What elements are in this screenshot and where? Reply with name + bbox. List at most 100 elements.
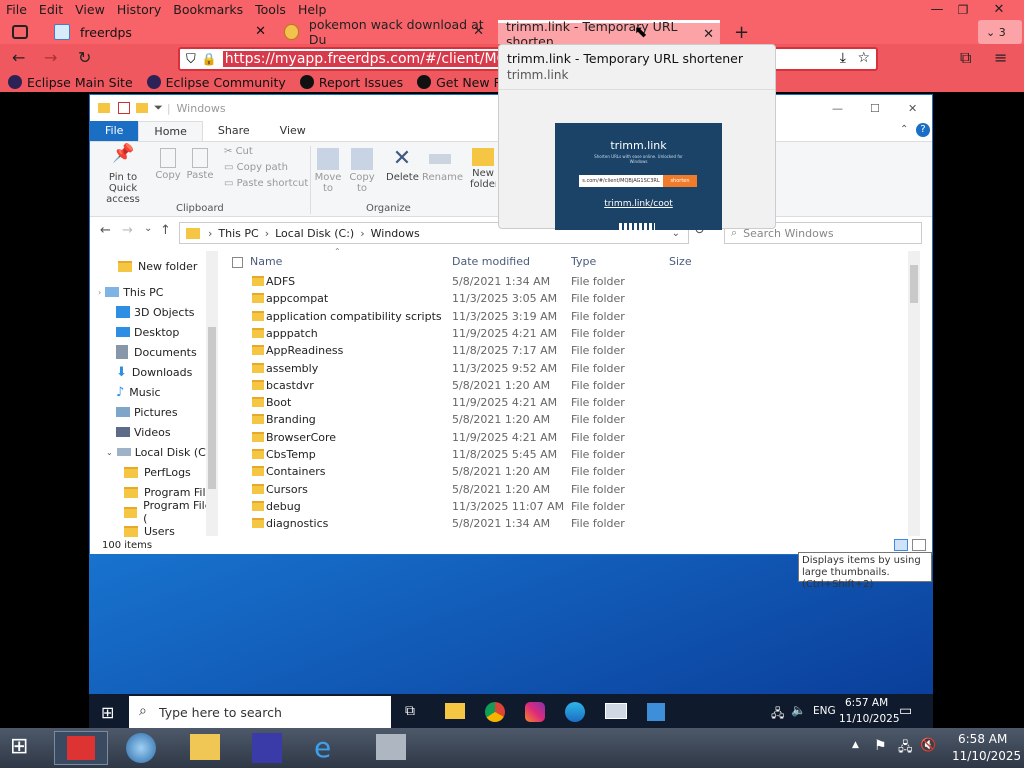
- column-header-date[interactable]: Date modified: [452, 255, 530, 268]
- language-indicator[interactable]: ENG: [813, 705, 836, 717]
- tab-overview-icon[interactable]: [4, 20, 34, 44]
- globe-icon[interactable]: [126, 733, 156, 763]
- edge-icon[interactable]: [565, 702, 585, 722]
- nav-item-new-folder[interactable]: New folder: [118, 257, 197, 275]
- close-tab-icon[interactable]: ✕: [703, 27, 714, 42]
- menu-bookmarks[interactable]: Bookmarks: [167, 0, 249, 20]
- menu-file[interactable]: File: [0, 0, 33, 20]
- chrome-icon[interactable]: [485, 702, 505, 722]
- tray-expand-icon[interactable]: ▲: [852, 740, 859, 750]
- clock-time[interactable]: 6:57 AM: [845, 697, 888, 709]
- list-scrollbar[interactable]: [908, 251, 920, 536]
- nav-item-this-pc[interactable]: › This PC: [98, 283, 164, 301]
- ribbon-tab-home[interactable]: Home: [138, 121, 203, 141]
- ribbon-tab-file[interactable]: File: [90, 121, 139, 141]
- muted-volume-icon[interactable]: 🔇: [920, 738, 936, 753]
- pin-quick-access-button[interactable]: 📌 Pin to Quick access: [94, 145, 152, 206]
- copy-button[interactable]: Copy: [154, 148, 182, 181]
- calendar-icon[interactable]: [252, 733, 282, 763]
- paste-shortcut-button[interactable]: ▭ Paste shortcut: [224, 178, 308, 189]
- close-icon[interactable]: ✕: [908, 102, 917, 115]
- remote-desktop-icon[interactable]: [605, 703, 627, 719]
- table-row[interactable]: Boot 11/9/2025 4:21 AM File folder: [230, 394, 920, 411]
- large-icons-view-icon[interactable]: [912, 539, 926, 551]
- table-row[interactable]: BrowserCore 11/9/2025 4:21 AM File folder: [230, 429, 920, 446]
- forward-arrow-icon[interactable]: →: [122, 223, 133, 238]
- table-row[interactable]: Containers 5/8/2021 1:20 AM File folder: [230, 463, 920, 480]
- task-view-icon[interactable]: ⧉: [405, 703, 415, 719]
- menu-tools[interactable]: Tools: [249, 0, 292, 20]
- select-all-checkbox[interactable]: [232, 257, 243, 268]
- star-icon[interactable]: ☆: [857, 50, 870, 66]
- bookmark-eclipse-main[interactable]: Eclipse Main Site: [8, 75, 133, 90]
- clock-date[interactable]: 11/10/2025: [839, 713, 900, 725]
- volume-icon[interactable]: 🔈: [791, 703, 806, 717]
- maximize-icon[interactable]: ☐: [870, 102, 880, 115]
- rename-button[interactable]: Rename: [422, 148, 463, 183]
- quick-access-dropdown-icon[interactable]: ⏷: [154, 101, 163, 115]
- column-header-size[interactable]: Size: [669, 255, 692, 268]
- extensions-icon[interactable]: ⧉: [960, 48, 971, 68]
- close-tab-icon[interactable]: ✕: [255, 24, 266, 39]
- breadcrumb-this-pc[interactable]: This PC: [218, 227, 258, 240]
- flag-icon[interactable]: ⚑: [874, 738, 887, 754]
- url-text[interactable]: https://myapp.freerdps.com/#/client/MQBj…: [222, 51, 533, 67]
- notifications-icon[interactable]: ▭: [899, 703, 912, 719]
- nav-item-downloads[interactable]: ⬇ Downloads: [116, 363, 192, 381]
- delete-button[interactable]: ✕ Delete: [386, 148, 419, 184]
- menu-history[interactable]: History: [111, 0, 167, 20]
- tab-freerdps[interactable]: freerdps ✕: [46, 20, 272, 44]
- column-header-name[interactable]: Name: [250, 255, 282, 268]
- close-window-icon[interactable]: ✕: [982, 0, 1016, 20]
- nav-item-local-disk[interactable]: ⌄ Local Disk (C:): [106, 443, 214, 461]
- table-row[interactable]: apppatch 11/9/2025 4:21 AM File folder: [230, 325, 920, 342]
- reload-icon[interactable]: ↻: [78, 48, 91, 67]
- minimize-icon[interactable]: —: [832, 102, 843, 115]
- new-folder-button[interactable]: New folder: [470, 148, 496, 190]
- file-explorer-taskbar-icon[interactable]: [445, 703, 465, 719]
- properties-icon[interactable]: [118, 102, 130, 114]
- table-row[interactable]: AppReadiness 11/8/2025 7:17 AM File folder: [230, 342, 920, 359]
- nav-item-perflogs[interactable]: PerfLogs: [124, 463, 191, 481]
- tab-list-button[interactable]: ⌄ 3: [978, 20, 1022, 44]
- chevron-up-icon[interactable]: ⌃: [900, 124, 908, 135]
- nav-item-users[interactable]: Users: [124, 522, 175, 540]
- hamburger-menu-icon[interactable]: ≡: [994, 48, 1007, 67]
- menu-edit[interactable]: Edit: [33, 0, 69, 20]
- column-header-type[interactable]: Type: [571, 255, 596, 268]
- tab-trimm-link[interactable]: trimm.link - Temporary URL shorten ✕: [498, 19, 720, 49]
- forward-arrow-icon[interactable]: →: [44, 48, 57, 67]
- table-row[interactable]: assembly 11/3/2025 9:52 AM File folder: [230, 360, 920, 377]
- nav-scrollbar[interactable]: [206, 251, 218, 536]
- menu-view[interactable]: View: [69, 0, 111, 20]
- nav-item-documents[interactable]: Documents: [116, 343, 197, 361]
- reader-icon[interactable]: ⤓: [840, 50, 846, 66]
- recent-dropdown-icon[interactable]: ⌄: [144, 223, 152, 234]
- nav-item-pictures[interactable]: Pictures: [116, 403, 178, 421]
- table-row[interactable]: appcompat 11/3/2025 3:05 AM File folder: [230, 290, 920, 307]
- nav-item-3d-objects[interactable]: 3D Objects: [116, 303, 195, 321]
- ribbon-tab-share[interactable]: Share: [203, 121, 265, 141]
- nav-item-music[interactable]: ♪ Music: [116, 383, 161, 401]
- internet-explorer-icon[interactable]: e: [314, 734, 331, 762]
- close-tab-icon[interactable]: ✕: [473, 24, 484, 39]
- taskbar-search[interactable]: ⌕ Type here to search: [129, 696, 391, 728]
- host-clock-date[interactable]: 11/10/2025: [952, 749, 1021, 763]
- list-scrollbar-thumb[interactable]: [910, 265, 918, 303]
- paste-button[interactable]: Paste: [186, 148, 214, 181]
- nav-item-desktop[interactable]: Desktop: [116, 323, 179, 341]
- bookmark-eclipse-community[interactable]: Eclipse Community: [146, 75, 286, 90]
- ribbon-tab-view[interactable]: View: [265, 121, 321, 141]
- table-row[interactable]: bcastdvr 5/8/2021 1:20 AM File folder: [230, 377, 920, 394]
- network-icon[interactable]: 🖧: [898, 738, 913, 760]
- remote-desktop-icon[interactable]: [376, 734, 406, 760]
- table-row[interactable]: ADFS 5/8/2021 1:34 AM File folder: [230, 273, 920, 290]
- nav-scrollbar-thumb[interactable]: [208, 327, 216, 489]
- move-to-button[interactable]: Move to: [312, 148, 344, 194]
- bookmark-report-issues[interactable]: Report Issues: [299, 75, 403, 90]
- instagram-icon[interactable]: [525, 702, 545, 722]
- windows-start-icon[interactable]: ⊞: [10, 734, 28, 759]
- table-row[interactable]: application compatibility scripts 11/3/20…: [230, 308, 920, 325]
- new-tab-button[interactable]: +: [730, 20, 754, 44]
- copy-path-button[interactable]: ▭ Copy path: [224, 162, 288, 173]
